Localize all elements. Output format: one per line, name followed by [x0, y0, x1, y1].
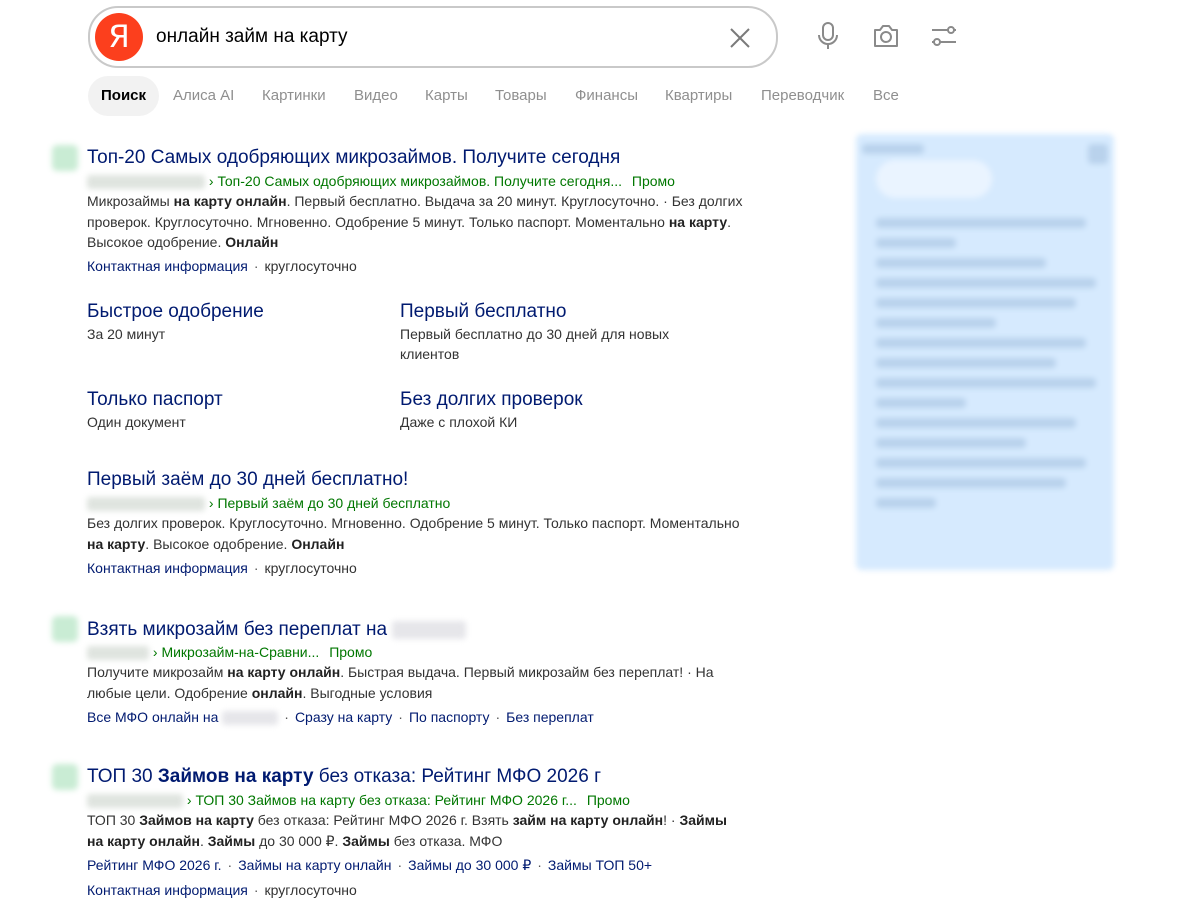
result-url[interactable]: › ТОП 30 Займов на карту без отказа: Рей…: [87, 791, 630, 809]
yandex-logo[interactable]: Я: [95, 13, 143, 61]
result-url[interactable]: › Микрозайм-на-Сравни... Промо: [87, 643, 372, 661]
promo-label: Промо: [329, 644, 373, 660]
quick-link-30000[interactable]: Займы до 30 000 ₽: [408, 857, 531, 873]
tab-realty[interactable]: Квартиры: [665, 76, 732, 116]
result-meta: Контактная информация · круглосуточно: [87, 882, 357, 898]
result-title[interactable]: ТОП 30 Займов на карту без отказа: Рейти…: [87, 765, 601, 789]
search-input[interactable]: [156, 22, 716, 52]
result-quick-links: Рейтинг МФО 2026 г. · Займы на карту онлай…: [87, 857, 653, 873]
search-box[interactable]: Я: [88, 6, 778, 68]
blurred-domain: [87, 497, 205, 512]
result-quick-links: Все МФО онлайн на · Сразу на карту · По пас…: [87, 709, 594, 726]
result-url-path[interactable]: › Топ-20 Самых одобряющих микрозаймов. П…: [209, 173, 622, 189]
result-meta: Контактная информация · круглосуточно: [87, 560, 357, 576]
promo-label: Промо: [586, 792, 630, 808]
hours-label: круглосуточно: [264, 560, 357, 576]
tab-products[interactable]: Товары: [495, 76, 547, 116]
sitelink-desc: Первый бесплатно до 30 дней для новых кл…: [400, 326, 670, 362]
sitelink-no-long-checks[interactable]: Без долгих проверок: [400, 388, 583, 412]
blurred-domain: [87, 646, 149, 661]
result-url-path[interactable]: › ТОП 30 Займов на карту без отказа: Рей…: [187, 792, 577, 808]
sitelink-passport-only[interactable]: Только паспорт: [87, 388, 223, 412]
sitelink-first-free[interactable]: Первый бесплатно: [400, 300, 566, 324]
tab-maps[interactable]: Карты: [425, 76, 468, 116]
result-url[interactable]: › Топ-20 Самых одобряющих микрозаймов. П…: [87, 172, 675, 190]
sitelink-desc: Даже с плохой КИ: [400, 414, 518, 430]
result-favicon: [52, 616, 78, 642]
result-snippet: Получите микрозайм на карту онлайн. Быст…: [87, 664, 714, 701]
result-favicon: [52, 764, 78, 790]
contact-info-link[interactable]: Контактная информация: [87, 882, 248, 898]
quick-link-passport[interactable]: По паспорту: [409, 709, 490, 725]
quick-link-no-overpay[interactable]: Без переплат: [506, 709, 594, 725]
blurred-domain: [87, 794, 183, 809]
sitelink-desc: Один документ: [87, 414, 186, 430]
tab-video[interactable]: Видео: [354, 76, 398, 116]
hours-label: круглосуточно: [264, 258, 357, 274]
result-url-path[interactable]: › Микрозайм-на-Сравни...: [153, 644, 319, 660]
result-snippet: Микрозаймы на карту онлайн. Первый беспл…: [87, 193, 743, 250]
hours-label: круглосуточно: [264, 882, 357, 898]
result-url-path[interactable]: › Первый заём до 30 дней бесплатно: [209, 495, 450, 511]
quick-link-to-card[interactable]: Сразу на карту: [295, 709, 392, 725]
contact-info-link[interactable]: Контактная информация: [87, 560, 248, 576]
result-snippet: Без долгих проверок. Круглосуточно. Мгно…: [87, 515, 740, 552]
tab-images[interactable]: Картинки: [262, 76, 326, 116]
tab-translator[interactable]: Переводчик: [761, 76, 844, 116]
filters-icon[interactable]: [928, 20, 960, 52]
sitelink-desc: За 20 минут: [87, 326, 166, 342]
sitelink-fast-approval[interactable]: Быстрое одобрение: [87, 300, 264, 324]
result-url[interactable]: › Первый заём до 30 дней бесплатно: [87, 494, 450, 512]
quick-link-rating[interactable]: Рейтинг МФО 2026 г.: [87, 857, 222, 873]
promo-label: Промо: [631, 173, 675, 189]
quick-link-all-mfo[interactable]: Все МФО онлайн на: [87, 709, 218, 725]
result-favicon: [52, 145, 78, 171]
result-title[interactable]: Взять микрозайм без переплат на: [87, 618, 467, 642]
tab-search[interactable]: Поиск: [88, 76, 160, 116]
close-icon[interactable]: [726, 24, 754, 52]
blurred-domain: [87, 175, 205, 190]
tab-alice-ai[interactable]: Алиса AI: [173, 76, 234, 116]
tab-finance[interactable]: Финансы: [575, 76, 638, 116]
result-title[interactable]: Первый заём до 30 дней бесплатно!: [87, 468, 408, 492]
microphone-icon[interactable]: [812, 20, 844, 52]
blurred-site-name: [222, 711, 279, 726]
contact-info-link[interactable]: Контактная информация: [87, 258, 248, 274]
result-title[interactable]: Топ-20 Самых одобряющих микрозаймов. Пол…: [87, 146, 620, 170]
tab-all[interactable]: Все: [873, 76, 899, 116]
camera-icon[interactable]: [870, 20, 902, 52]
result-snippet: ТОП 30 Займов на карту без отказа: Рейти…: [87, 812, 727, 849]
side-ad-panel[interactable]: [856, 134, 1114, 570]
result-meta: Контактная информация · круглосуточно: [87, 258, 357, 274]
quick-link-top50[interactable]: Займы ТОП 50+: [548, 857, 652, 873]
blurred-site-name: [392, 620, 467, 639]
quick-link-card-loans[interactable]: Займы на карту онлайн: [238, 857, 391, 873]
